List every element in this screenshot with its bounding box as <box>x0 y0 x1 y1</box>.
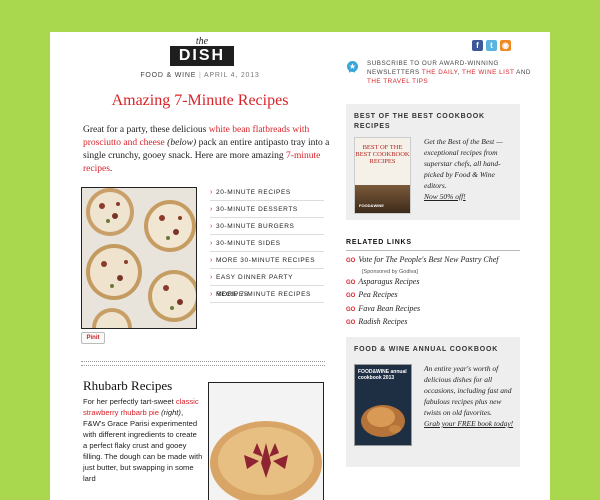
related-link[interactable]: GO Fava Bean Recipes <box>346 303 526 317</box>
newsletter-wine-list-link[interactable]: THE WINE LIST <box>462 69 514 76</box>
recipe-link-label: 20-MINUTE RECIPES <box>216 189 291 196</box>
related-link[interactable]: GO Pea Recipes <box>346 289 526 303</box>
annual-cookbook-cover-title: FOOD&WINE annual cookbook 2013 <box>358 369 407 381</box>
cookbook-cover-title: BEST OF THE BEST COOKBOOK RECIPES <box>355 144 410 165</box>
annual-promo-text: An entire year's worth of delicious dish… <box>424 363 516 429</box>
related-links-title: RELATED LINKS <box>346 239 412 246</box>
related-link[interactable]: GO Vote for The People's Best New Pastry … <box>346 254 526 276</box>
dateline: FOOD & WINE | APRIL 4, 2013 <box>140 72 260 79</box>
post-date: APRIL 4, 2013 <box>203 72 260 79</box>
pinit-button[interactable]: Pinit <box>81 332 105 344</box>
logo-dish: DISH <box>170 46 234 66</box>
go-arrow-icon: GO <box>346 293 356 300</box>
chevron-right-icon: › <box>210 274 213 281</box>
chevron-right-icon: › <box>210 291 213 298</box>
related-link-label: Asparagus Recipes <box>358 276 420 286</box>
chevron-right-icon: › <box>210 240 213 247</box>
go-arrow-icon: GO <box>346 320 356 327</box>
recipe-link-label: MORE 30-MINUTE RECIPES <box>216 257 316 264</box>
recipe-link[interactable]: › 30-MINUTE SIDES <box>210 235 324 252</box>
recipe-link-label: MORE 7-MINUTE RECIPES <box>216 291 311 298</box>
chevron-right-icon: › <box>210 223 213 230</box>
flatbread-photo[interactable] <box>81 187 197 329</box>
intro-end: . <box>109 164 113 174</box>
article-intro: Great for a party, these delicious white… <box>83 124 331 176</box>
the-dish-logo[interactable]: the DISH <box>168 37 236 69</box>
annual-promo-cta-link[interactable]: Grab your FREE book today! <box>424 419 513 428</box>
related-link-label: Radish Recipes <box>358 317 408 327</box>
recipe-link[interactable]: › 30-MINUTE DESSERTS <box>210 201 324 218</box>
promo-title: BEST OF THE BEST COOKBOOK RECIPES <box>354 113 485 130</box>
rhubarb-title[interactable]: Rhubarb Recipes <box>83 378 172 394</box>
newsletter-daily-link[interactable]: THE DAILY <box>422 69 458 76</box>
recipe-link[interactable]: › MORE 30-MINUTE RECIPES <box>210 252 324 269</box>
annual-cookbook-promo: FOOD & WINE ANNUAL COOKBOOK FOOD&WINE an… <box>346 337 520 467</box>
publisher-label: FOOD & WINE <box>140 72 197 79</box>
chevron-right-icon: › <box>210 206 213 213</box>
best-of-best-promo: BEST OF THE BEST COOKBOOK RECIPES BEST O… <box>346 104 520 220</box>
intro-text: Great for a party, these delicious <box>83 125 207 135</box>
pie-image <box>209 383 323 500</box>
award-ribbon-tail <box>349 70 355 73</box>
logo-the: the <box>195 36 209 47</box>
rhubarb-text-a: For her perfectly tart-sweet <box>83 397 174 406</box>
recipe-link[interactable]: › MORE 7-MINUTE RECIPES <box>210 286 324 303</box>
rss-icon[interactable]: ◉ <box>500 40 511 51</box>
recipe-link-label: 30-MINUTE DESSERTS <box>216 206 298 213</box>
related-link[interactable]: GO Asparagus Recipes <box>346 276 526 290</box>
related-link-label: Fava Bean Recipes <box>358 303 421 313</box>
recipe-link-label: 30-MINUTE SIDES <box>216 240 281 247</box>
related-links-rule <box>346 250 520 251</box>
promo-description: Get the Best of the Best — exceptional r… <box>424 137 503 190</box>
related-links-list: GO Vote for The People's Best New Pastry … <box>346 254 526 330</box>
cookbook-cover-art <box>355 185 410 213</box>
newsletter-travel-tips-link[interactable]: THE TRAVEL TIPS <box>367 78 428 85</box>
cookbook-brand: FOOD&WINE <box>359 203 384 208</box>
annual-cookbook-cover[interactable]: FOOD&WINE annual cookbook 2013 <box>354 364 412 446</box>
rhubarb-paren: (right) <box>161 408 181 417</box>
section-divider <box>81 361 325 366</box>
newsletter-sep: , <box>457 69 460 76</box>
page-card: the DISH FOOD & WINE | APRIL 4, 2013 Ama… <box>50 32 550 500</box>
go-arrow-icon: GO <box>346 279 356 286</box>
promo-title: FOOD & WINE ANNUAL COOKBOOK <box>354 346 499 353</box>
annual-promo-description: An entire year's worth of delicious dish… <box>424 364 512 417</box>
promo-cta-link[interactable]: Now 50% off! <box>424 192 466 201</box>
recipe-link[interactable]: › 20-MINUTE RECIPES <box>210 184 324 201</box>
rhubarb-text-b: , F&W's Grace Parisi experimented with d… <box>83 408 203 483</box>
social-icons: f t ◉ <box>472 35 514 53</box>
go-arrow-icon: GO <box>346 258 356 264</box>
flatbread-image <box>82 188 196 328</box>
chevron-right-icon: › <box>210 257 213 264</box>
intro-paren: (below) <box>167 138 197 148</box>
related-link-label: Pea Recipes <box>358 290 398 300</box>
newsletter-and: AND <box>516 69 531 76</box>
sponsor-note: [Sponsored by Godiva] <box>362 268 418 275</box>
rhubarb-pie-photo[interactable] <box>208 382 324 500</box>
chevron-right-icon: › <box>210 189 213 196</box>
related-link[interactable]: GO Radish Recipes <box>346 316 526 330</box>
newsletter-signup: SUBSCRIBE TO OUR AWARD-WINNING NEWSLETTE… <box>367 59 543 86</box>
recipe-link[interactable]: › EASY DINNER PARTY RECIPES <box>210 269 324 298</box>
promo-text: Get the Best of the Best — exceptional r… <box>424 136 516 202</box>
twitter-icon[interactable]: t <box>486 40 497 51</box>
recipe-link-label: 30-MINUTE BURGERS <box>216 223 295 230</box>
related-link-label: Vote for The People's Best New Pastry Ch… <box>358 255 499 264</box>
article-title[interactable]: Amazing 7-Minute Recipes <box>50 92 350 110</box>
recipe-link[interactable]: › 30-MINUTE BURGERS <box>210 218 324 235</box>
cookbook-cover[interactable]: BEST OF THE BEST COOKBOOK RECIPES FOOD&W… <box>354 137 411 214</box>
recipe-links-list: › 20-MINUTE RECIPES › 30-MINUTE DESSERTS ›… <box>210 184 324 303</box>
roast-chicken-image <box>361 405 405 437</box>
facebook-icon[interactable]: f <box>472 40 483 51</box>
go-arrow-icon: GO <box>346 306 356 313</box>
rhubarb-text: For her perfectly tart-sweet classic str… <box>83 396 203 484</box>
